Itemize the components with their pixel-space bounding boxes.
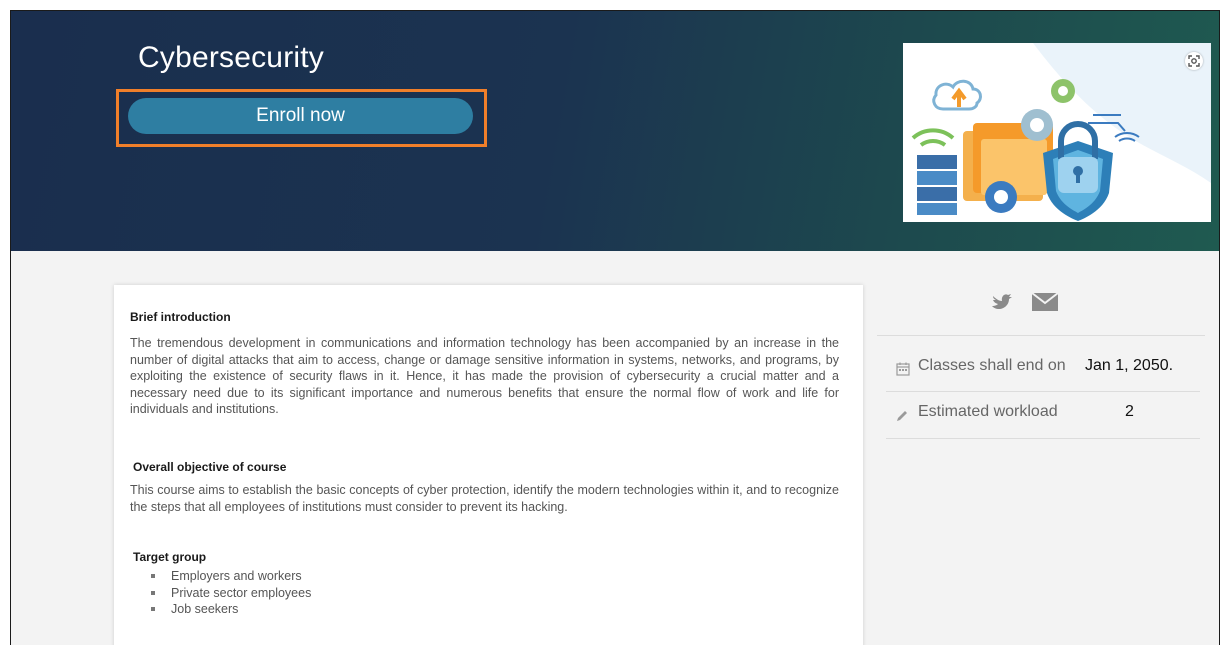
course-hero: Cybersecurity Enroll now: [11, 11, 1219, 251]
workload-row: Estimated workload 2: [886, 403, 1206, 427]
twitter-icon[interactable]: [991, 290, 1013, 312]
image-zoom-icon[interactable]: [1185, 52, 1203, 70]
end-date-row: Classes shall end on Jan 1, 2050.: [886, 357, 1206, 381]
objective-text: This course aims to establish the basic …: [130, 483, 839, 514]
divider: [886, 438, 1200, 439]
list-item: Employers and workers: [147, 568, 311, 585]
target-list: Employers and workers Private sector emp…: [147, 568, 311, 618]
divider: [886, 391, 1200, 392]
workload-value: 2: [1125, 403, 1134, 420]
course-description-card: Brief introduction The tremendous develo…: [114, 285, 863, 645]
course-image: [903, 43, 1211, 222]
objective-heading: Overall objective of course: [133, 460, 287, 474]
workload-label: Estimated workload: [918, 403, 1058, 420]
pencil-icon: [896, 408, 910, 422]
divider: [877, 335, 1205, 336]
intro-text: The tremendous development in communicat…: [130, 336, 839, 417]
target-heading: Target group: [133, 550, 207, 564]
enroll-button[interactable]: Enroll now: [128, 98, 473, 134]
course-page: Cybersecurity Enroll now Brief introduct…: [10, 10, 1220, 645]
list-item: Private sector employees: [147, 585, 311, 602]
end-date-value: Jan 1, 2050.: [1085, 357, 1174, 374]
email-icon[interactable]: [1031, 292, 1059, 312]
intro-heading: Brief introduction: [130, 310, 231, 324]
calendar-icon: [896, 362, 910, 376]
course-title: Cybersecurity: [138, 41, 324, 74]
list-item: Job seekers: [147, 601, 311, 618]
end-date-label: Classes shall end on: [918, 357, 1066, 374]
